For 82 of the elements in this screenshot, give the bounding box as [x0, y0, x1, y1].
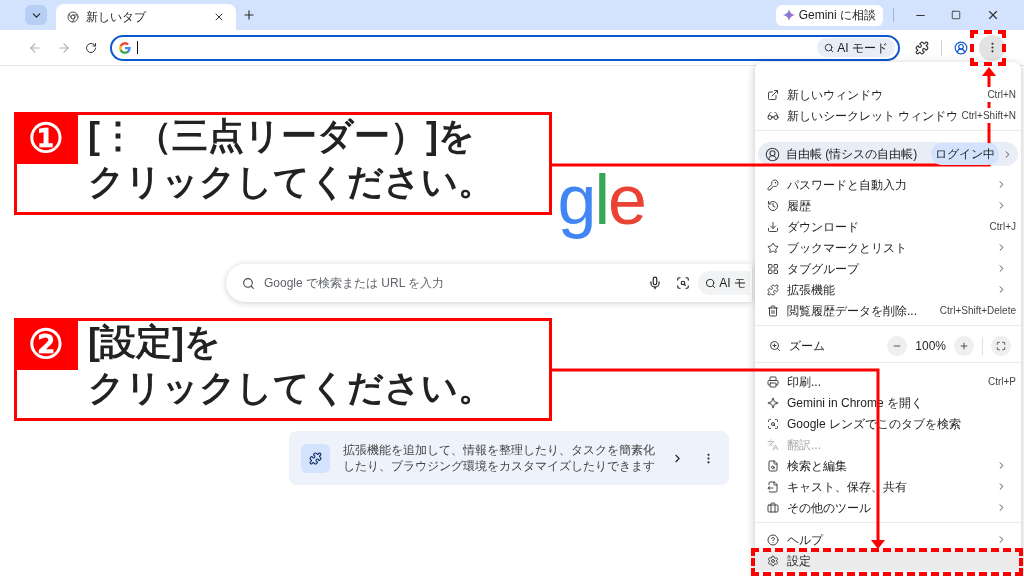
user-icon: [765, 146, 780, 162]
menu-button[interactable]: [979, 34, 1005, 61]
glasses-icon: [767, 109, 779, 122]
profile-menu-item[interactable]: 自由帳 (情シスの自由帳) ログイン中: [758, 142, 1018, 166]
menu-item[interactable]: その他のツール: [755, 497, 1021, 518]
puzzle-icon[interactable]: [915, 40, 929, 55]
sparkle-icon: [767, 396, 779, 409]
star-icon: [767, 241, 779, 254]
chevron-right-icon: [996, 502, 1007, 513]
step-number: ②: [14, 318, 78, 370]
plus-icon: [959, 341, 969, 351]
history-icon: [767, 199, 779, 212]
zoom-value: 100%: [915, 338, 946, 355]
ai-mode-chip[interactable]: AI モード: [817, 38, 895, 57]
gemini-button[interactable]: Gemini に相談: [775, 4, 883, 26]
callout-text: [⋮（三点リーダー）]を: [88, 114, 476, 158]
search-icon: [242, 276, 255, 290]
menu-item[interactable]: 新しいシークレット ウィンドウ Ctrl+Shift+N: [755, 105, 1021, 126]
menu-item[interactable]: ヘルプ: [755, 529, 1021, 550]
key-icon: [767, 178, 779, 191]
google-g-icon: [118, 40, 132, 55]
puzzle-icon: [767, 283, 779, 296]
callout-text: [設定]を: [88, 320, 222, 364]
close-tab-icon[interactable]: [213, 11, 225, 23]
help-icon: [767, 533, 779, 546]
google-logo: gle: [557, 160, 645, 240]
maximize-icon[interactable]: [951, 10, 961, 20]
highlight-frame: [970, 30, 1006, 66]
reload-icon[interactable]: [85, 41, 97, 54]
printer-icon: [767, 375, 779, 388]
menu-item[interactable]: タブグループ: [755, 258, 1021, 279]
address-bar[interactable]: AI モード: [110, 34, 900, 61]
briefcase-icon: [767, 501, 779, 514]
puzzle-icon: [309, 451, 322, 465]
step-number: ①: [14, 112, 78, 164]
text-cursor: [137, 41, 138, 54]
menu-item[interactable]: 履歴: [755, 195, 1021, 216]
signed-in-badge: ログイン中: [931, 143, 999, 165]
menu-item[interactable]: 検索と編集: [755, 455, 1021, 476]
file-search-icon: [767, 459, 779, 472]
search-placeholder: Google で検索または URL を入力: [264, 275, 445, 292]
menu-item[interactable]: ブックマークとリスト: [755, 237, 1021, 258]
menu-item[interactable]: パスワードと自動入力: [755, 174, 1021, 195]
menu-item[interactable]: 拡張機能: [755, 279, 1021, 300]
translate-icon: [767, 438, 779, 451]
zoom-in-button[interactable]: [954, 336, 974, 356]
promo-text: 拡張機能を追加して、情報を整理したり、タスクを簡素化したり、ブラウジング環境をカスタマイズしたりできます: [343, 442, 656, 474]
callout-text: クリックしてください。: [88, 366, 494, 410]
shortcut-text: Ctrl+N: [984, 87, 1017, 102]
fullscreen-button[interactable]: [991, 336, 1011, 356]
scan-icon: [767, 417, 779, 430]
menu-item[interactable]: 印刷... Ctrl+P: [755, 371, 1021, 392]
profile-icon[interactable]: [954, 40, 968, 55]
close-window-icon[interactable]: [986, 8, 1000, 22]
gemini-star-icon: [782, 9, 795, 21]
tab-search-button[interactable]: [25, 5, 47, 25]
menu-item[interactable]: 設定: [755, 550, 1021, 571]
scan-icon[interactable]: [676, 276, 691, 290]
search-icon: [705, 277, 717, 289]
search-field[interactable]: Google で検索または URL を入力 AI モ: [226, 264, 752, 302]
new-tab-icon[interactable]: [242, 8, 256, 22]
tab[interactable]: 新しいタブ: [56, 4, 236, 30]
window-icon: [767, 88, 779, 101]
grid-icon: [767, 262, 779, 275]
search-icon: [824, 42, 835, 53]
trash-icon: [767, 304, 779, 317]
menu-item[interactable]: 閲覧履歴データを削除... Ctrl+Shift+Delete: [755, 300, 1021, 321]
menu-item[interactable]: キャスト、保存、共有: [755, 476, 1021, 497]
browser-icon: [67, 11, 79, 23]
menu-item[interactable]: ダウンロード Ctrl+J: [755, 216, 1021, 237]
zoom-label: ズーム: [789, 338, 825, 355]
callout-text: クリックしてください。: [88, 160, 494, 204]
zoom-icon: [769, 340, 781, 352]
ai-mode-chip[interactable]: AI モ: [698, 271, 750, 295]
download-icon: [767, 220, 779, 233]
settings-icon: [767, 554, 779, 567]
menu-item[interactable]: 新しいウィンドウ Ctrl+N: [755, 84, 1021, 105]
tab-title: 新しいタブ: [86, 9, 146, 26]
zoom-out-button[interactable]: [887, 336, 908, 356]
fullscreen-icon: [996, 341, 1006, 351]
mic-icon[interactable]: [648, 276, 663, 290]
file-icon: [767, 480, 779, 493]
